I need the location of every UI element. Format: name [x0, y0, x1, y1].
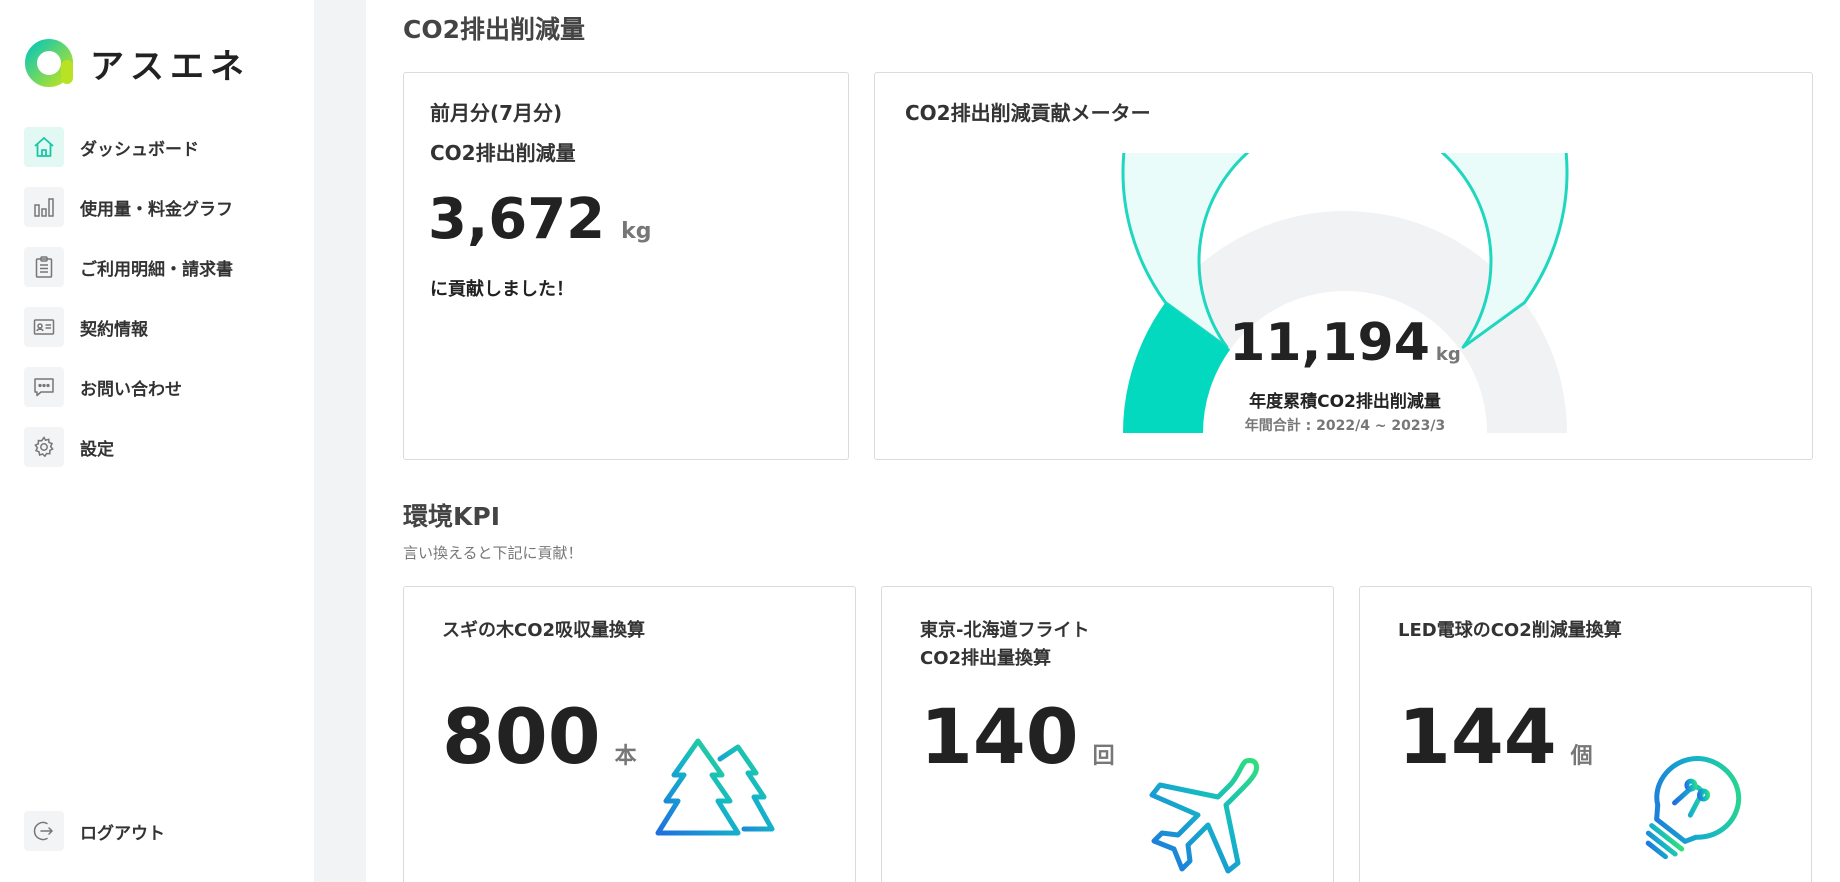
meter-title: CO2排出削減貢献メーター — [905, 101, 1151, 125]
kpi-card-title-line: CO2排出量換算 — [920, 648, 1052, 669]
monthly-value-row: 3,672 kg — [428, 187, 652, 252]
kpi-unit: 回 — [1092, 744, 1115, 769]
co2-meter-card: CO2排出削減貢献メーター 11,194 kg 年度累積CO2排出削減量 年間合… — [874, 72, 1813, 460]
sidebar-item-dashboard[interactable]: ダッシュボード — [24, 125, 294, 169]
brand-logo-icon — [25, 39, 73, 87]
kpi-value: 144 — [1398, 692, 1557, 781]
kpi-value-row: 140 回 — [920, 699, 1115, 775]
monthly-unit: kg — [621, 219, 652, 244]
meter-period: 年間合計 : 2022/4 ~ 2023/3 — [1244, 418, 1446, 434]
monthly-value: 3,672 — [428, 187, 606, 252]
kpi-card-title: LED電球のCO2削減量換算 — [1398, 617, 1622, 645]
kpi-card-title: スギの木CO2吸収量換算 — [442, 617, 645, 645]
brand-logo[interactable]: アスエネ — [24, 38, 250, 88]
meter-unit: kg — [1435, 344, 1461, 365]
kpi-card-title: 東京-北海道フライト CO2排出量換算 — [920, 617, 1089, 673]
kpi-card-flight: 東京-北海道フライト CO2排出量換算 140 回 — [881, 586, 1334, 882]
tree-icon — [655, 738, 775, 877]
sidebar-item-settings[interactable]: 設定 — [24, 425, 294, 469]
sidebar-item-label: 設定 — [80, 439, 114, 460]
logout-icon — [24, 811, 64, 851]
kpi-value: 140 — [920, 692, 1079, 781]
sidebar-item-usage-graph[interactable]: 使用量・料金グラフ — [24, 185, 294, 229]
meter-value-row: 11,194 kg — [1229, 313, 1461, 373]
meter-value: 11,194 — [1229, 313, 1430, 373]
monthly-co2-card: 前月分(7月分) CO2排出削減量 3,672 kg に貢献しました！ — [403, 72, 849, 460]
home-icon — [24, 127, 64, 167]
logout-button[interactable]: ログアウト — [24, 809, 165, 853]
sidebar-item-label: 契約情報 — [80, 319, 148, 340]
sidebar-gutter — [314, 0, 366, 882]
kpi-value: 800 — [442, 692, 601, 781]
chat-icon — [24, 367, 64, 407]
kpi-unit: 本 — [614, 744, 637, 769]
meter-label: 年度累積CO2排出削減量 — [1249, 392, 1441, 412]
main-content: CO2排出削減量 前月分(7月分) CO2排出削減量 3,672 kg に貢献し… — [366, 0, 1840, 882]
kpi-section-title: 環境KPI — [403, 502, 500, 531]
sidebar-item-label: ダッシュボード — [80, 139, 199, 160]
monthly-period-label: 前月分(7月分) — [430, 101, 563, 125]
sidebar-item-label: お問い合わせ — [80, 379, 182, 400]
kpi-unit: 個 — [1570, 744, 1593, 769]
kpi-card-title-line: LED電球のCO2削減量換算 — [1398, 620, 1622, 641]
kpi-card-led: LED電球のCO2削減量換算 144 個 — [1359, 586, 1812, 882]
clipboard-icon — [24, 247, 64, 287]
gear-icon — [24, 427, 64, 467]
sidebar-item-label: 使用量・料金グラフ — [80, 199, 233, 220]
sidebar-item-contract[interactable]: 契約情報 — [24, 305, 294, 349]
co2-section-title: CO2排出削減量 — [403, 15, 585, 44]
bar-chart-icon — [24, 187, 64, 227]
monthly-metric-label: CO2排出削減量 — [430, 141, 576, 165]
sidebar-nav: ダッシュボード 使用量・料金グラフ ご利用明細・請求書 契約情報 お問い合わせ … — [24, 125, 294, 485]
sidebar-item-label: ご利用明細・請求書 — [80, 259, 233, 280]
sidebar-item-contact[interactable]: お問い合わせ — [24, 365, 294, 409]
monthly-caption: に貢献しました！ — [430, 279, 574, 300]
logout-label: ログアウト — [80, 823, 165, 844]
sidebar-item-billing[interactable]: ご利用明細・請求書 — [24, 245, 294, 289]
kpi-card-tree: スギの木CO2吸収量換算 800 本 — [403, 586, 856, 882]
lightbulb-icon — [1645, 756, 1742, 860]
kpi-subtitle: 言い換えると下記に貢献！ — [403, 544, 583, 562]
kpi-value-row: 800 本 — [442, 699, 637, 775]
kpi-card-title-line: スギの木CO2吸収量換算 — [442, 620, 646, 641]
sidebar: アスエネ ダッシュボード 使用量・料金グラフ ご利用明細・請求書 契約情報 お問… — [0, 0, 314, 882]
kpi-value-row: 144 個 — [1398, 699, 1593, 775]
kpi-card-title-line: 東京-北海道フライト — [920, 620, 1090, 641]
brand-name: アスエネ — [90, 46, 250, 87]
id-card-icon — [24, 307, 64, 347]
airplane-icon — [1149, 758, 1259, 874]
